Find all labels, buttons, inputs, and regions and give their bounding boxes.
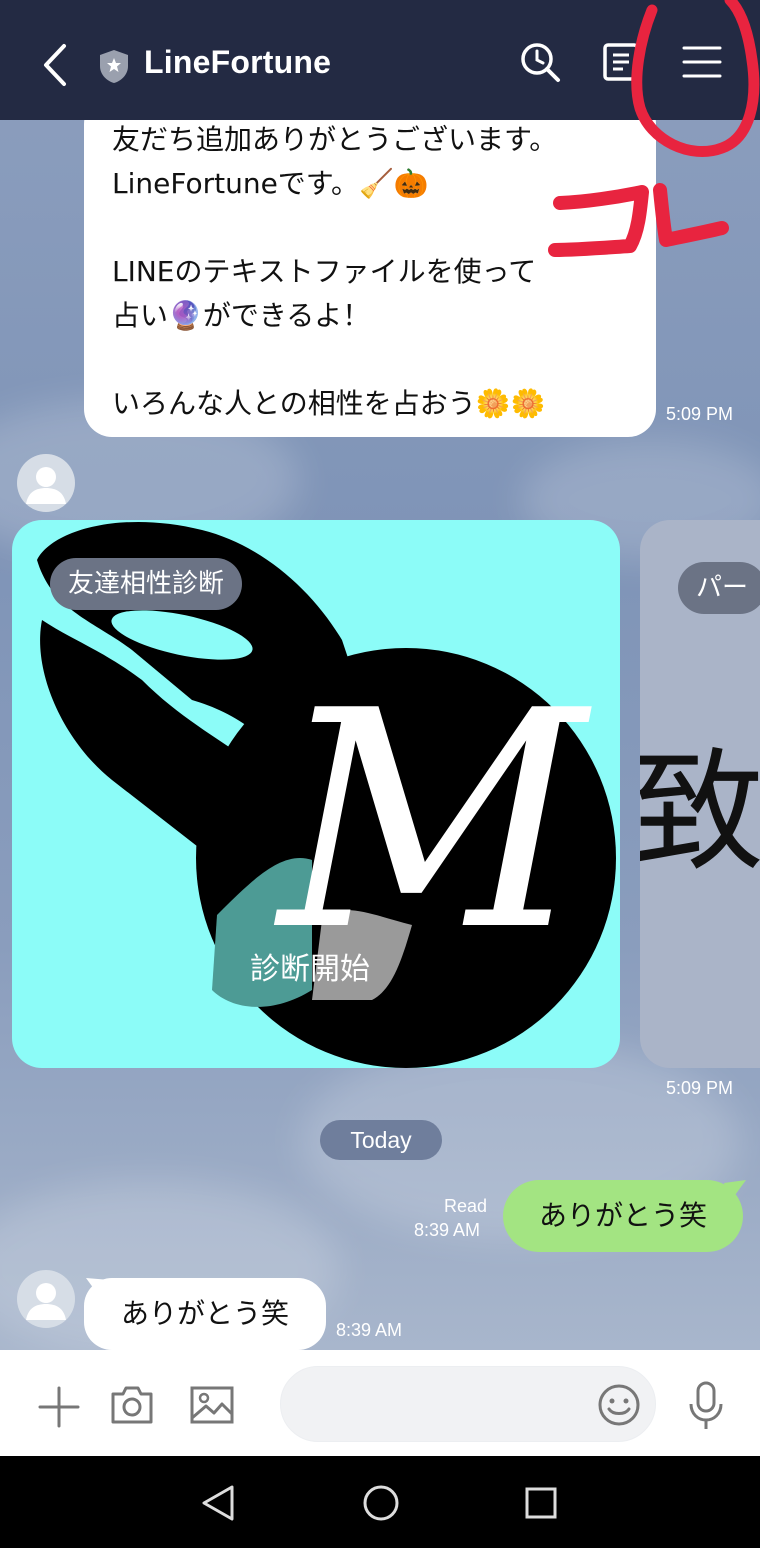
incoming-message-bubble[interactable]: ありがとう笑 (84, 1278, 326, 1350)
message-input[interactable] (280, 1366, 656, 1442)
welcome-line-1: 友だち追加ありがとうございます。 (112, 123, 558, 156)
shield-icon (100, 50, 128, 83)
card-logo-letter: M (274, 647, 593, 996)
system-nav-bar (0, 1456, 760, 1548)
welcome-line-6 (112, 338, 628, 382)
card2-text: 致 (640, 736, 760, 890)
chat-area[interactable]: 友だち追加ありがとうございます。 LineFortuneです。🧹🎃 LINEのテ… (0, 0, 760, 1350)
nav-recents-icon[interactable] (524, 1486, 558, 1520)
incoming-time: 8:39 AM (336, 1320, 403, 1340)
emoji-icon[interactable] (597, 1383, 641, 1427)
start-diagnosis-button[interactable]: 診断開始 (250, 948, 370, 992)
menu-icon[interactable] (680, 40, 724, 84)
cards-time: 5:09 PM (666, 1078, 734, 1098)
incoming-message-text: ありがとう笑 (120, 1297, 289, 1330)
welcome-line-5: 占い🔮ができるよ！ (112, 299, 371, 332)
read-status: Read (444, 1196, 488, 1216)
message-input-bar (0, 1350, 760, 1456)
back-icon[interactable] (36, 40, 76, 90)
search-icon[interactable] (518, 40, 562, 84)
notes-icon[interactable] (600, 40, 644, 84)
welcome-line-3 (112, 206, 628, 250)
welcome-line-2: LineFortuneです。🧹🎃 (112, 167, 429, 200)
mic-icon[interactable] (686, 1380, 726, 1432)
welcome-line-7: いろんな人との相性を占おう🌼🌼 (112, 387, 546, 420)
default-avatar-icon (26, 467, 66, 504)
nav-back-icon[interactable] (200, 1484, 236, 1522)
welcome-time: 5:09 PM (666, 404, 734, 424)
chat-header: LineFortune (0, 0, 760, 120)
bot-avatar-2[interactable] (17, 1270, 75, 1328)
fortune-card-friend[interactable]: M 友達相性診断 診断開始 (12, 520, 620, 1068)
welcome-message-bubble[interactable]: 友だち追加ありがとうございます。 LineFortuneです。🧹🎃 LINEのテ… (84, 96, 656, 437)
card2-tag: パー (678, 562, 760, 614)
card1-tag: 友達相性診断 (50, 558, 243, 610)
default-avatar-icon (26, 1283, 66, 1320)
date-separator: Today (320, 1120, 442, 1160)
fortune-card-second[interactable]: パー 致 (640, 520, 760, 1068)
welcome-line-4: LINEのテキストファイルを使って (112, 255, 537, 288)
bot-avatar[interactable] (17, 454, 75, 512)
image-icon[interactable] (188, 1384, 236, 1426)
outgoing-message-bubble[interactable]: ありがとう笑 (503, 1180, 743, 1252)
plus-icon[interactable] (36, 1384, 82, 1430)
camera-icon[interactable] (109, 1384, 155, 1426)
nav-home-icon[interactable] (362, 1484, 400, 1522)
chat-title[interactable]: LineFortune (144, 44, 331, 81)
outgoing-time: 8:39 AM (414, 1220, 481, 1240)
